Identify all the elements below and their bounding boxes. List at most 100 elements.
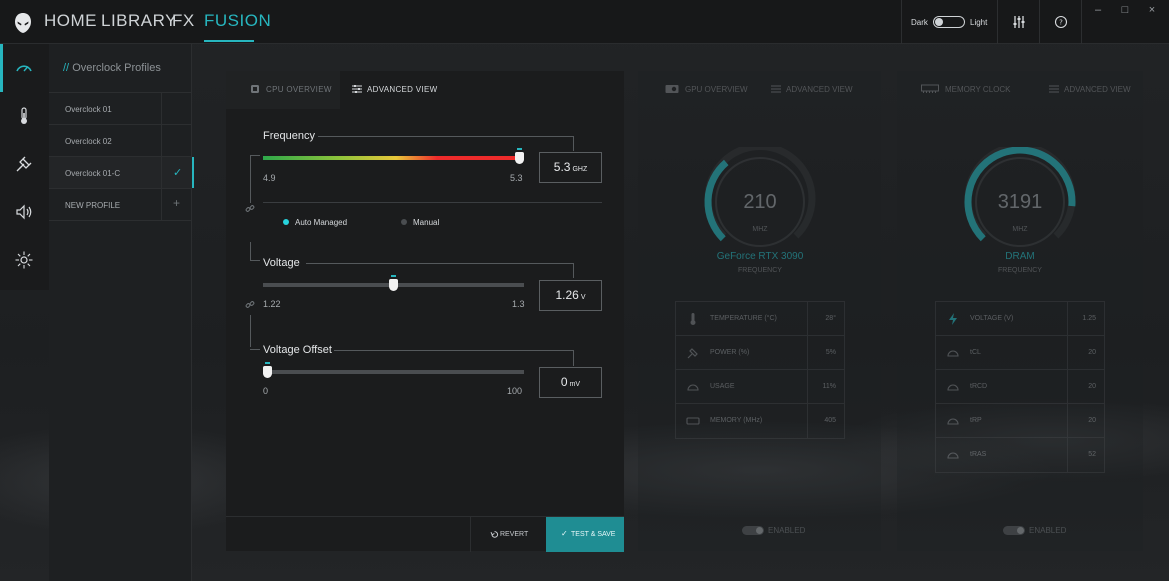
- stat-divider: [807, 404, 808, 438]
- profile-item-label: Overclock 01: [65, 105, 112, 114]
- voltage-offset-label: Voltage Offset: [263, 344, 332, 356]
- test-and-save-button[interactable]: ✓ TEST & SAVE: [546, 517, 624, 552]
- maximize-icon[interactable]: □: [1115, 4, 1135, 18]
- frequency-bracket: [318, 136, 573, 137]
- cpu-panel: CPU OVERVIEW ADVANCED VIEW Frequency 4.9…: [226, 71, 624, 552]
- stat-row-voltage: VOLTAGE (V) 1.25: [936, 302, 1104, 336]
- stat-label: POWER (%): [710, 349, 750, 356]
- tab-label: ADVANCED VIEW: [1064, 85, 1131, 94]
- rail-item-thermal[interactable]: [0, 92, 49, 140]
- tab-label: ADVANCED VIEW: [786, 85, 853, 94]
- revert-label: REVERT: [500, 531, 529, 538]
- bolt-icon: [949, 313, 957, 325]
- rail-item-power[interactable]: [0, 140, 49, 188]
- nav-tab-home[interactable]: HOME: [44, 11, 97, 31]
- cpu-tab-bar: CPU OVERVIEW ADVANCED VIEW: [226, 71, 624, 109]
- stat-divider: [1067, 404, 1068, 438]
- tab-cpu-overview[interactable]: CPU OVERVIEW: [226, 71, 340, 109]
- stat-value: 20: [1088, 383, 1096, 390]
- gauge-icon: [947, 350, 959, 357]
- stat-divider: [807, 370, 808, 404]
- sliders-icon: [1049, 85, 1059, 93]
- stat-divider: [1067, 370, 1068, 404]
- stat-label: USAGE: [710, 383, 735, 390]
- tab-gpu-advanced-view[interactable]: ADVANCED VIEW: [759, 71, 881, 109]
- tab-cpu-advanced-view[interactable]: ADVANCED VIEW: [340, 71, 624, 109]
- stat-label: TEMPERATURE (°C): [710, 315, 777, 322]
- nav-tab-fx[interactable]: FX: [172, 11, 195, 31]
- tab-memory-clock[interactable]: MEMORY CLOCK: [897, 71, 1020, 109]
- voltage-bracket: [306, 263, 573, 264]
- radio-selected-dot: [283, 219, 289, 225]
- profile-item-overclock-01[interactable]: Overclock 01: [49, 92, 192, 124]
- gauge-icon: [687, 384, 699, 391]
- theme-toggle[interactable]: [933, 16, 965, 28]
- sliders-icon: [771, 85, 781, 93]
- voltage-value-box[interactable]: 1.26 V: [539, 280, 602, 311]
- frequency-bracket: [250, 155, 260, 156]
- gauge-icon: [947, 452, 959, 459]
- voltage-offset-slider-track[interactable]: [263, 370, 524, 374]
- link-icon[interactable]: [245, 300, 255, 310]
- profile-item-new-profile[interactable]: NEW PROFILE +: [49, 188, 192, 221]
- stat-row-usage: USAGE 11%: [676, 370, 844, 404]
- topbar-divider: [1039, 0, 1040, 44]
- gauge-icon: [947, 384, 959, 391]
- voltage-min: 1.22: [263, 299, 281, 309]
- sliders-icon: [352, 85, 362, 93]
- theme-toggle-knob: [935, 18, 943, 26]
- link-icon[interactable]: [245, 204, 255, 214]
- frequency-value-box[interactable]: 5.3 GHZ: [539, 152, 602, 183]
- rail-item-lighting[interactable]: [0, 236, 49, 284]
- minimize-icon[interactable]: –: [1088, 4, 1108, 18]
- tab-gpu-overview[interactable]: GPU OVERVIEW: [638, 71, 759, 109]
- close-icon[interactable]: ×: [1142, 4, 1162, 18]
- profile-item-cell: +: [161, 189, 192, 220]
- voltage-bracket: [573, 263, 574, 278]
- voltage-offset-slider-handle[interactable]: [263, 362, 272, 378]
- memory-enabled-toggle[interactable]: ENABLED: [1003, 526, 1067, 536]
- topbar-divider: [1081, 0, 1082, 44]
- mixer-icon[interactable]: [1011, 14, 1027, 30]
- toggle-switch: [742, 526, 764, 536]
- profile-item-overclock-01-c[interactable]: Overclock 01-C ✓: [49, 156, 194, 188]
- speaker-icon: [16, 204, 32, 220]
- voltage-offset-unit: mV: [569, 381, 581, 388]
- help-icon[interactable]: ?: [1053, 14, 1069, 30]
- rail-item-audio[interactable]: [0, 188, 49, 236]
- stat-divider: [1067, 438, 1068, 472]
- stat-label: tRP: [970, 417, 982, 424]
- gauge-icon: [947, 418, 959, 425]
- voltage-label: Voltage: [263, 257, 300, 269]
- plug-icon: [16, 156, 32, 172]
- voltage-slider-handle[interactable]: [389, 275, 398, 291]
- profile-item-overclock-02[interactable]: Overclock 02: [49, 124, 192, 156]
- profile-item-label: Overclock 01-C: [65, 169, 121, 178]
- memory-name: DRAM: [1005, 251, 1035, 262]
- nav-tab-library[interactable]: LIBRARY: [101, 11, 177, 31]
- ram-stick-icon: [921, 84, 939, 93]
- stat-value: 11%: [822, 383, 837, 390]
- frequency-slider-handle[interactable]: [515, 148, 524, 164]
- gpu-enabled-toggle[interactable]: ENABLED: [742, 526, 805, 536]
- voltage-offset-value-box[interactable]: 0 mV: [539, 367, 602, 398]
- profiles-title-text: Overclock Profiles: [72, 62, 161, 74]
- stat-label: VOLTAGE (V): [970, 315, 1014, 322]
- left-rail: [0, 44, 49, 290]
- add-icon: +: [173, 196, 181, 210]
- topbar-divider: [997, 0, 998, 44]
- voltage-offset-max: 100: [507, 386, 523, 396]
- nav-tab-fusion[interactable]: FUSION: [204, 11, 271, 31]
- tab-memory-advanced-view[interactable]: ADVANCED VIEW: [1020, 71, 1143, 109]
- stat-label: MEMORY (MHz): [710, 417, 763, 424]
- rail-item-overclock[interactable]: [0, 44, 49, 92]
- light-icon: [15, 251, 33, 269]
- frequency-slider-fill: [263, 156, 519, 160]
- revert-button[interactable]: REVERT: [470, 517, 546, 552]
- enabled-label: ENABLED: [1029, 526, 1067, 535]
- gpu-panel: GPU OVERVIEW ADVANCED VIEW 210 MHZ GeFor…: [638, 71, 881, 551]
- svg-text:?: ?: [1059, 19, 1063, 27]
- stat-value: 28°: [825, 315, 836, 322]
- overclock-profiles-panel: // Overclock Profiles Overclock 01 Overc…: [49, 44, 194, 581]
- cpu-chip-icon: [251, 85, 259, 93]
